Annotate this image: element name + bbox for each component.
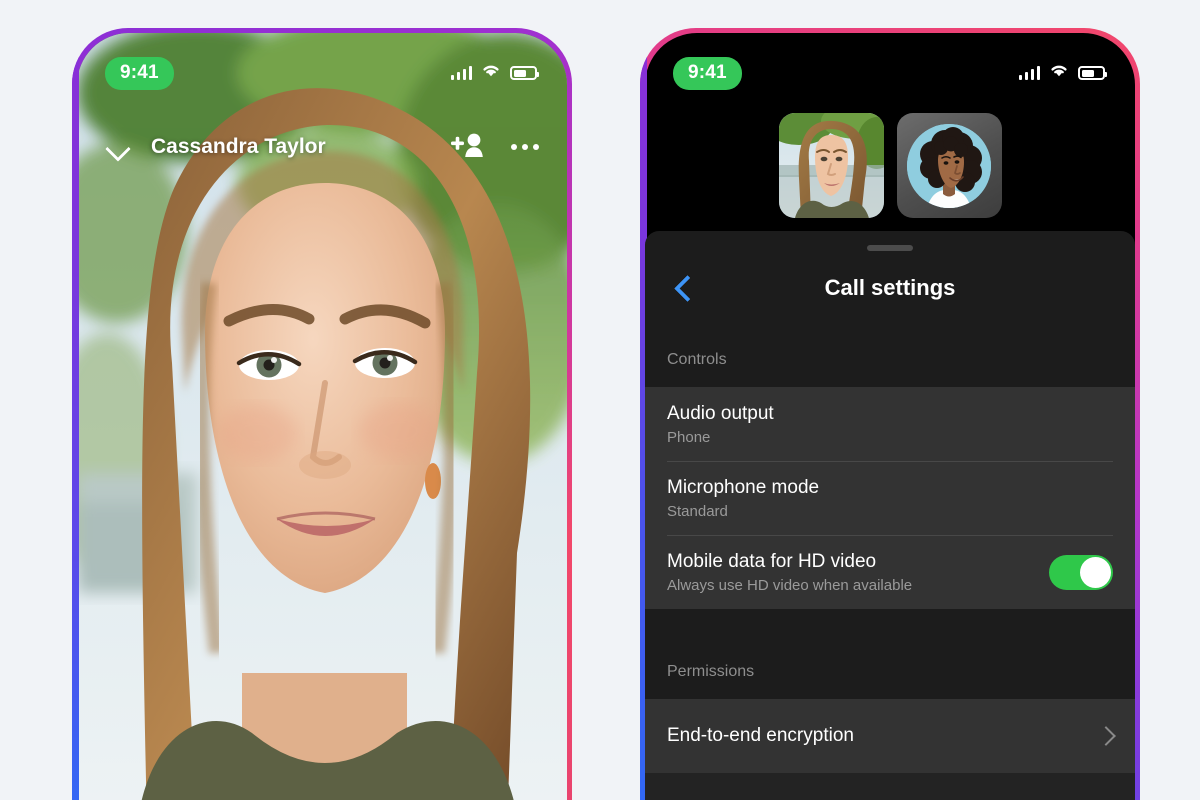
row-text: Audio output Phone: [667, 388, 1113, 461]
controls-rows: Audio output Phone Microphone mode Stand…: [645, 387, 1135, 609]
section-header-controls: Controls: [645, 325, 1135, 387]
row-title: Microphone mode: [667, 476, 820, 498]
more-options-icon[interactable]: [511, 144, 539, 150]
row-subtitle: Always use HD video when available: [667, 577, 913, 595]
participant-avatar-tile[interactable]: [896, 113, 1002, 218]
sheet-empty-area: [645, 773, 1135, 800]
left-phone-screen: 9:41 Cassandra Taylor: [77, 33, 567, 800]
avatar: [907, 123, 991, 208]
permissions-rows: End-to-end encryption: [645, 699, 1135, 773]
sheet-header: Call settings: [645, 251, 1135, 325]
status-time-pill: 9:41: [673, 56, 742, 90]
call-header-bar: Cassandra Taylor: [77, 119, 567, 175]
section-gap: [645, 609, 1135, 657]
right-phone-screen: 9:41 Call settings Controls Audio output…: [645, 33, 1135, 800]
call-settings-sheet: Call settings Controls Audio output Phon…: [645, 231, 1135, 800]
avatar-portrait: [907, 123, 991, 208]
right-phone-frame: 9:41 Call settings Controls Audio output…: [640, 28, 1140, 800]
row-title: Audio output: [667, 402, 774, 424]
row-title: Mobile data for HD video: [667, 550, 877, 572]
status-time-pill: 9:41: [105, 56, 174, 90]
row-text: End-to-end encryption: [667, 710, 1099, 763]
row-mobile-data-hd-video[interactable]: Mobile data for HD video Always use HD v…: [645, 535, 1135, 609]
right-status-bar: 9:41: [645, 33, 1135, 95]
chevron-down-icon[interactable]: [103, 132, 133, 162]
row-subtitle: Phone: [667, 429, 711, 447]
add-person-icon[interactable]: [451, 132, 485, 163]
left-status-bar: 9:41: [77, 33, 567, 95]
left-phone-frame: 9:41 Cassandra Taylor: [72, 28, 572, 800]
wifi-icon: [481, 63, 501, 83]
row-text: Microphone mode Standard: [667, 462, 1113, 535]
self-video-tile[interactable]: [778, 113, 884, 218]
back-chevron-icon[interactable]: [669, 274, 697, 302]
cellular-signal-icon: [450, 66, 472, 80]
battery-icon: [510, 66, 539, 80]
status-icons: [450, 63, 539, 83]
cellular-signal-icon: [1018, 66, 1040, 80]
wifi-icon: [1049, 63, 1069, 83]
row-text: Mobile data for HD video Always use HD v…: [667, 536, 1049, 609]
battery-icon: [1078, 66, 1107, 80]
call-header-actions: [451, 132, 539, 163]
self-video-thumbnail: [778, 113, 884, 218]
participant-tiles: [645, 113, 1135, 218]
hd-video-toggle[interactable]: [1049, 554, 1113, 590]
status-icons: [1018, 63, 1107, 83]
screenshot-stage: 9:41 Cassandra Taylor 9:41 Call settings…: [0, 0, 1200, 800]
row-microphone-mode[interactable]: Microphone mode Standard: [645, 461, 1135, 535]
row-title: End-to-end encryption: [667, 724, 854, 746]
section-header-permissions: Permissions: [645, 657, 1135, 699]
page-title: Call settings: [824, 275, 956, 300]
row-subtitle: Standard: [667, 503, 728, 521]
chevron-right-icon: [1096, 726, 1116, 746]
caller-name: Cassandra Taylor: [151, 135, 326, 158]
row-end-to-end-encryption[interactable]: End-to-end encryption: [645, 699, 1135, 773]
row-audio-output[interactable]: Audio output Phone: [645, 387, 1135, 461]
